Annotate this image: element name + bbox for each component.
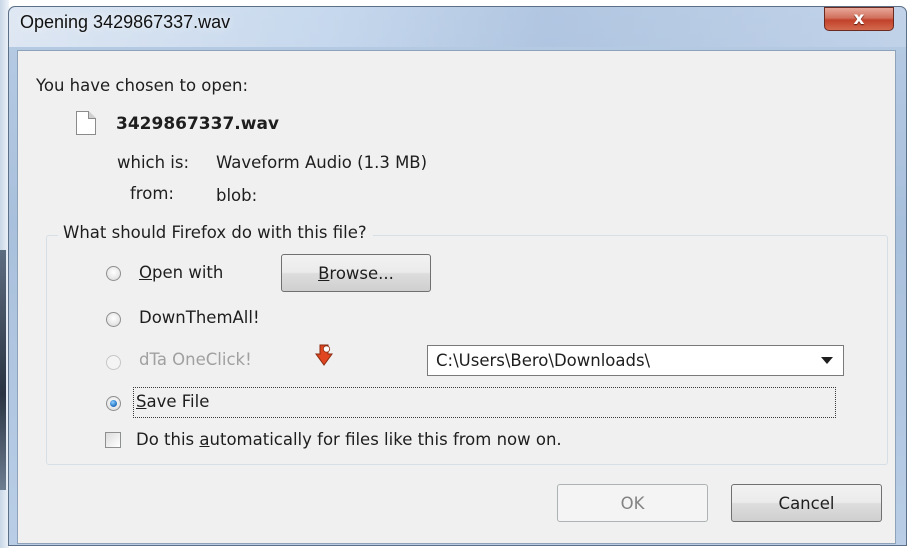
auto-action-checkbox[interactable] [105, 432, 121, 448]
dta-oneclick-radio[interactable] [106, 355, 121, 370]
chevron-down-icon[interactable] [821, 357, 833, 364]
dta-oneclick-label: dTa OneClick! [139, 350, 252, 369]
open-with-label[interactable]: Open with [139, 263, 223, 282]
file-type-value: Waveform Audio (1.3 MB) [216, 153, 428, 172]
download-folder-select[interactable]: C:\Users\Bero\Downloads\ [427, 345, 844, 376]
file-type-label: which is: [117, 153, 190, 172]
save-file-label[interactable]: Save File [136, 392, 209, 411]
open-with-accel: O [139, 263, 152, 282]
open-with-radio[interactable] [106, 266, 121, 281]
file-name: 3429867337.wav [116, 114, 280, 134]
auto-action-label-after: utomatically for files like this from no… [209, 430, 562, 449]
window-title: Opening 3429867337.wav [20, 12, 231, 32]
download-folder-value: C:\Users\Bero\Downloads\ [436, 351, 651, 370]
save-file-accel: S [136, 392, 147, 411]
open-heading: You have chosen to open: [36, 76, 249, 95]
auto-action-label-before: Do this [136, 430, 200, 449]
open-with-label-rest: pen with [152, 263, 224, 282]
downthemall-label[interactable]: DownThemAll! [139, 308, 260, 327]
close-icon: x [853, 9, 865, 29]
auto-action-accel: a [199, 430, 210, 449]
ok-button[interactable]: OK [557, 484, 708, 522]
file-source-label: from: [130, 184, 174, 203]
action-groupbox-legend: What should Firefox do with this file? [58, 223, 373, 242]
dta-arrow-icon [315, 344, 333, 366]
save-file-focus-ring [133, 387, 836, 418]
downthemall-radio[interactable] [106, 312, 121, 327]
cancel-button[interactable]: Cancel [731, 484, 882, 522]
close-button[interactable]: x [824, 7, 894, 31]
file-source-value: blob: [216, 186, 258, 205]
background-window-shade [0, 250, 6, 490]
auto-action-label[interactable]: Do this automatically for files like thi… [136, 430, 562, 449]
file-icon [76, 111, 96, 135]
save-file-radio[interactable] [106, 396, 121, 411]
browse-button[interactable]: Browse... [281, 254, 431, 292]
browse-accel: B [318, 263, 330, 283]
browse-label-rest: rowse... [329, 263, 394, 283]
save-file-label-rest: ave File [146, 392, 210, 411]
